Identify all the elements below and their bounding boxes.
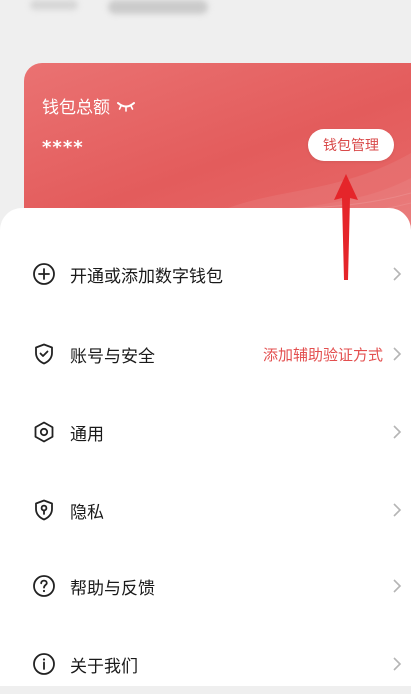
annotation-arrow-icon: [334, 174, 358, 280]
chevron-right-icon: [393, 579, 402, 593]
hexagon-settings-icon: [34, 421, 54, 443]
menu-item-label: 开通或添加数字钱包: [70, 266, 223, 287]
wallet-title-text: 钱包总额: [42, 98, 110, 118]
question-circle-icon: [33, 575, 55, 597]
menu-item-privacy[interactable]: 隐私: [0, 480, 411, 540]
wallet-total-label: 钱包总额: [42, 93, 136, 118]
plus-circle-icon: [33, 263, 55, 285]
privacy-keyhole-icon: [35, 499, 53, 521]
shield-check-icon: [35, 343, 53, 365]
menu-item-label: 隐私: [70, 502, 104, 523]
blurred-element: [108, 0, 208, 14]
menu-item-label: 帮助与反馈: [70, 578, 155, 599]
add-verification-hint: 添加辅助验证方式: [262, 345, 383, 364]
eye-closed-icon[interactable]: [116, 100, 136, 112]
status-area-blurred: [0, 0, 411, 40]
blurred-element: [30, 0, 78, 10]
chevron-right-icon: [393, 425, 402, 439]
info-circle-icon: [33, 653, 55, 675]
menu-item-help-feedback[interactable]: 帮助与反馈: [0, 556, 411, 616]
menu-item-label: 关于我们: [70, 656, 138, 677]
chevron-right-icon: [393, 503, 402, 517]
menu-item-account-security[interactable]: 账号与安全 添加辅助验证方式: [0, 324, 411, 384]
chevron-right-icon: [393, 657, 402, 671]
wallet-manage-button[interactable]: 钱包管理: [308, 129, 394, 161]
chevron-right-icon: [393, 267, 402, 281]
menu-item-about[interactable]: 关于我们: [0, 634, 411, 694]
menu-item-label: 通用: [70, 424, 104, 445]
menu-item-general[interactable]: 通用: [0, 402, 411, 462]
wallet-amount: ****: [42, 137, 84, 158]
chevron-right-icon: [393, 347, 402, 361]
menu-item-label: 账号与安全: [70, 346, 155, 367]
